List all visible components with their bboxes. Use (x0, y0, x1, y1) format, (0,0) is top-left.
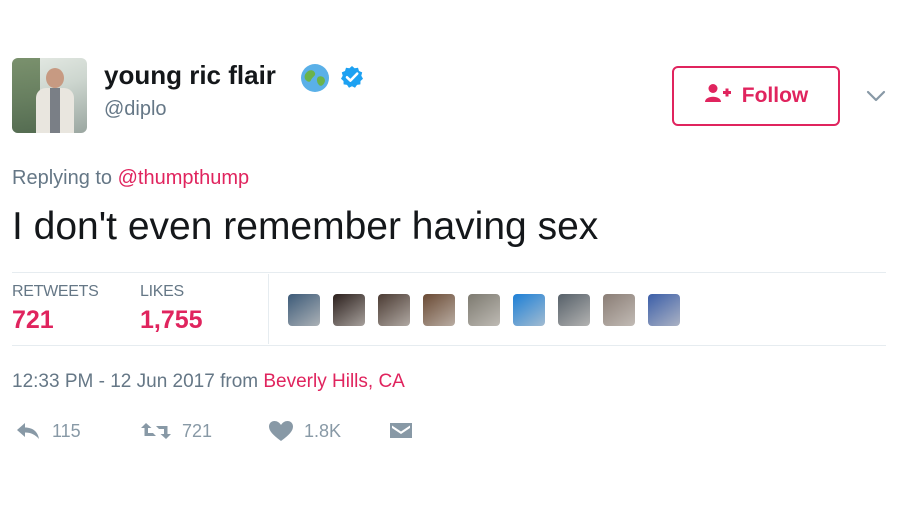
direct-message-icon (388, 420, 414, 442)
liker-avatar-3[interactable] (378, 294, 410, 326)
timestamp-time[interactable]: 12:33 PM - 12 Jun 2017 (12, 371, 215, 392)
like-count: 1.8K (304, 420, 342, 441)
heart-icon (268, 420, 294, 442)
likes-label: LIKES (140, 283, 184, 300)
stats-vertical-divider (268, 274, 269, 344)
like-action[interactable]: 1.8K (268, 420, 341, 442)
liker-avatar-1[interactable] (288, 294, 320, 326)
follow-user-icon (704, 83, 734, 109)
tweet-timestamp: 12:33 PM - 12 Jun 2017 from Beverly Hill… (12, 371, 405, 393)
tweet-text: I don't even remember having sex (12, 205, 599, 248)
retweets-label: RETWEETS (12, 283, 99, 300)
retweet-action[interactable]: 721 (140, 420, 212, 442)
globe-earth-icon (300, 63, 330, 93)
follow-button-label: Follow (741, 84, 809, 107)
reply-mention-link[interactable]: @thumpthump (118, 167, 249, 189)
timestamp-from: from (220, 371, 259, 392)
liker-avatar-5[interactable] (468, 294, 500, 326)
verified-badge-icon (340, 65, 364, 89)
liker-avatar-9[interactable] (648, 294, 680, 326)
author-avatar[interactable] (12, 58, 87, 133)
liker-avatar-6[interactable] (513, 294, 545, 326)
reply-icon (14, 420, 42, 442)
reply-prefix: Replying to (12, 167, 113, 189)
chevron-down-icon[interactable] (864, 86, 888, 106)
retweet-count: 721 (182, 420, 213, 441)
author-handle[interactable]: @diplo (104, 98, 167, 121)
liker-avatar-2[interactable] (333, 294, 365, 326)
location-link[interactable]: Beverly Hills, CA (263, 371, 404, 392)
reply-action[interactable]: 115 (14, 420, 81, 442)
reply-context: Replying to @thumpthump (12, 167, 249, 190)
reply-count: 115 (52, 420, 81, 441)
likes-count[interactable]: 1,755 (140, 306, 203, 335)
retweets-count[interactable]: 721 (12, 306, 54, 335)
retweet-icon (140, 420, 172, 442)
direct-message-action[interactable] (388, 420, 414, 442)
stats-divider-bottom (12, 345, 886, 346)
author-name[interactable]: young ric flair (104, 60, 276, 91)
follow-button[interactable]: Follow (672, 66, 840, 126)
liker-avatar-4[interactable] (423, 294, 455, 326)
stats-divider-top (12, 272, 886, 273)
liker-avatar-8[interactable] (603, 294, 635, 326)
liker-avatar-7[interactable] (558, 294, 590, 326)
